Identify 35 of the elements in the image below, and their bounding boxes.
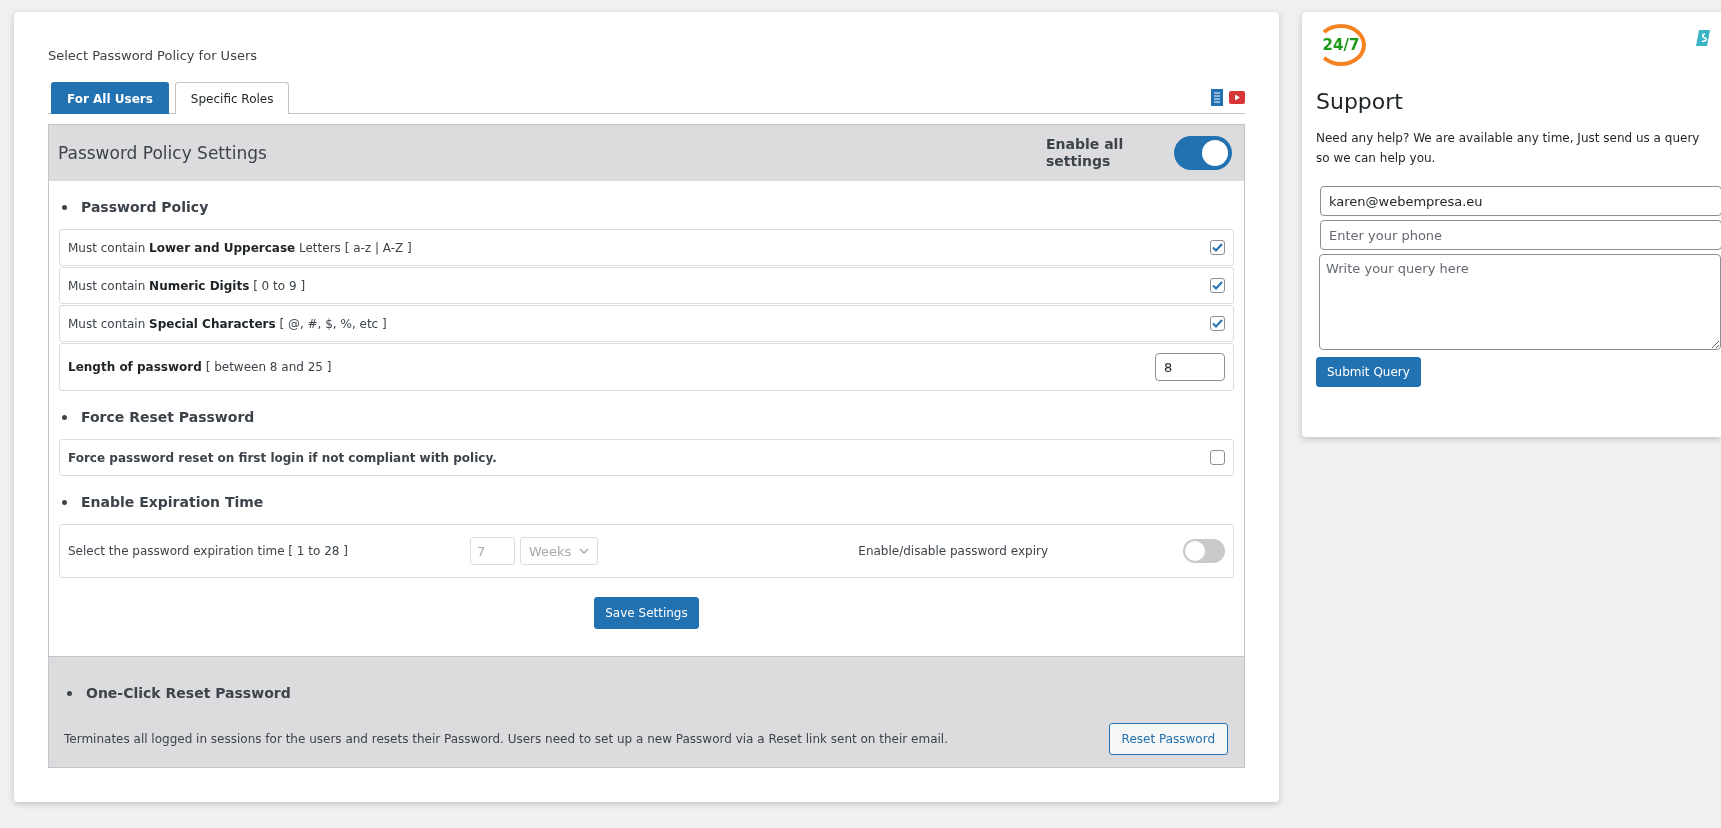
setting-label: Length of password [ between 8 and 25 ]: [68, 360, 332, 374]
save-button[interactable]: Save Settings: [594, 597, 699, 629]
video-play-icon[interactable]: [1229, 90, 1245, 104]
checkbox[interactable]: [1210, 450, 1225, 465]
reset-password-button[interactable]: Reset Password: [1108, 723, 1228, 755]
tab[interactable]: Specific Roles: [174, 82, 290, 114]
setting-label: Must contain Numeric Digits [ 0 to 9 ]: [68, 278, 306, 293]
section-heading: Password Policy: [59, 185, 1234, 229]
checkbox[interactable]: [1210, 278, 1225, 293]
tab[interactable]: For All Users: [51, 82, 169, 114]
support-title: Support: [1316, 89, 1404, 114]
chevron-down-icon: [579, 548, 590, 554]
section-heading: Force Reset Password: [59, 395, 1234, 439]
checkbox[interactable]: [1210, 316, 1225, 331]
phone-field[interactable]: Enter your phone: [1320, 220, 1721, 250]
page-title: Select Password Policy for Users: [48, 48, 259, 63]
query-field[interactable]: Write your query here: [1319, 254, 1721, 350]
setting-label: Force password reset on first login if not compliant with policy.: [68, 450, 497, 465]
setting-label: Must contain Lower and Uppercase Letters [ a-z | A-Z ]: [68, 240, 412, 255]
setting-label: Must contain Special Characters [ @, #, $, %, etc ]: [68, 316, 387, 331]
checkbox[interactable]: [1210, 240, 1225, 255]
section-heading: Enable Expiration Time: [59, 480, 1234, 524]
number-input[interactable]: 8: [1155, 353, 1225, 381]
support-description: Need any help? We are available any time, Just send us a query so we can help you.: [1316, 130, 1701, 167]
toggle-label: Enable/disable password expiry: [858, 544, 1048, 558]
reset-description: Terminates all logged in sessions for the users and resets their Password. Users need to set up a new Password via a Reset link sent on their email.: [64, 732, 948, 746]
toggle-switch[interactable]: [1183, 539, 1225, 563]
submit-button[interactable]: Submit Query: [1316, 357, 1421, 387]
setting-label: Select the password expiration time [ 1 to 28 ]: [68, 544, 348, 558]
toggle-switch[interactable]: [1174, 136, 1232, 170]
section-heading: One-Click Reset Password: [64, 671, 1228, 715]
document-icon[interactable]: [1211, 88, 1223, 106]
panel-title: Password Policy Settings: [58, 143, 268, 163]
email-field[interactable]: karen@webempresa.eu: [1320, 186, 1721, 216]
toggle-label: Enable all settings: [1046, 136, 1125, 170]
